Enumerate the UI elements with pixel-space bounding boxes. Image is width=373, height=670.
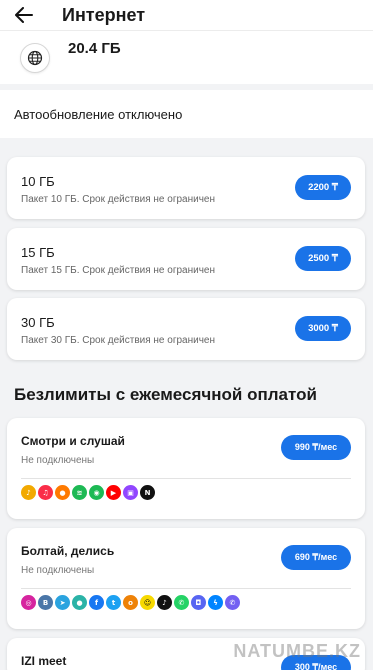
package-description: Пакет 15 ГБ. Срок действия не ограничен — [21, 265, 216, 276]
package-card[interactable]: 10 ГБ Пакет 10 ГБ. Срок действия не огра… — [7, 157, 365, 219]
twitch-icon: ▣ — [123, 485, 138, 500]
app-header: Интернет — [0, 0, 373, 30]
messenger-icon: ϟ — [208, 595, 223, 610]
package-description: Пакет 30 ГБ. Срок действия не ограничен — [21, 335, 216, 346]
discord-icon: ◘ — [191, 595, 206, 610]
section-title: Безлимиты с ежемесячной оплатой — [14, 385, 317, 404]
unlimited-card[interactable]: Болтай, делись Не подключены 690 ₸/мес ◎… — [7, 528, 365, 629]
divider — [21, 588, 351, 589]
package-card[interactable]: 15 ГБ Пакет 15 ГБ. Срок действия не огра… — [7, 228, 365, 290]
fire-icon: ● — [55, 485, 70, 500]
unlimited-name: Смотри и слушай — [21, 434, 125, 448]
unlimited-name: IZI meet — [21, 654, 67, 668]
tiktok-icon: ♪ — [157, 595, 172, 610]
music-icon: ♫ — [38, 485, 53, 500]
snapchat-icon: ☺ — [140, 595, 155, 610]
wifi-icon: ◉ — [89, 485, 104, 500]
whatsapp-icon: ✆ — [174, 595, 189, 610]
subscribe-button[interactable]: 690 ₸/мес — [281, 545, 351, 570]
subscribe-button[interactable]: 990 ₸/мес — [281, 435, 351, 460]
unlimited-card[interactable]: Смотри и слушай Не подключены 990 ₸/мес … — [7, 418, 365, 519]
unlimited-status: Не подключены — [21, 565, 95, 576]
unlimited-status: Не подключены — [21, 455, 95, 466]
buy-button[interactable]: 3000 ₸ — [295, 316, 351, 341]
buy-button[interactable]: 2500 ₸ — [295, 246, 351, 271]
ok-icon: о — [123, 595, 138, 610]
package-name: 10 ГБ — [21, 174, 55, 189]
balance-value: 20.4 ГБ — [68, 40, 121, 57]
package-card[interactable]: 30 ГБ Пакет 30 ГБ. Срок действия не огра… — [7, 298, 365, 360]
package-name: 30 ГБ — [21, 315, 55, 330]
globe-icon — [20, 42, 50, 73]
twitter-icon: t — [106, 595, 121, 610]
watermark: NATUMBE.KZ — [233, 641, 361, 661]
app-icon-list: ♪ ♫ ● ≋ ◉ ▶ ▣ N — [21, 485, 155, 500]
youtube-icon: ▶ — [106, 485, 121, 500]
vk-icon: В — [38, 595, 53, 610]
divider — [21, 478, 351, 479]
back-button[interactable] — [0, 0, 48, 30]
autorenew-status: Автообновление отключено — [0, 90, 373, 138]
chat-icon: ● — [72, 595, 87, 610]
package-name: 15 ГБ — [21, 245, 55, 260]
netflix-icon: N — [140, 485, 155, 500]
arrow-left-icon — [15, 7, 33, 23]
page-title: Интернет — [62, 4, 146, 25]
spotify-icon: ≋ — [72, 485, 87, 500]
tiktok-like-icon: ♪ — [21, 485, 36, 500]
viber-icon: ✆ — [225, 595, 240, 610]
telegram-icon: ➤ — [55, 595, 70, 610]
balance-row: 20.4 ГБ — [0, 30, 373, 84]
buy-button[interactable]: 2200 ₸ — [295, 175, 351, 200]
instagram-icon: ◎ — [21, 595, 36, 610]
unlimited-name: Болтай, делись — [21, 544, 115, 558]
facebook-icon: f — [89, 595, 104, 610]
package-description: Пакет 10 ГБ. Срок действия не ограничен — [21, 194, 216, 205]
app-icon-list: ◎ В ➤ ● f t о ☺ ♪ ✆ ◘ ϟ ✆ — [21, 595, 240, 610]
